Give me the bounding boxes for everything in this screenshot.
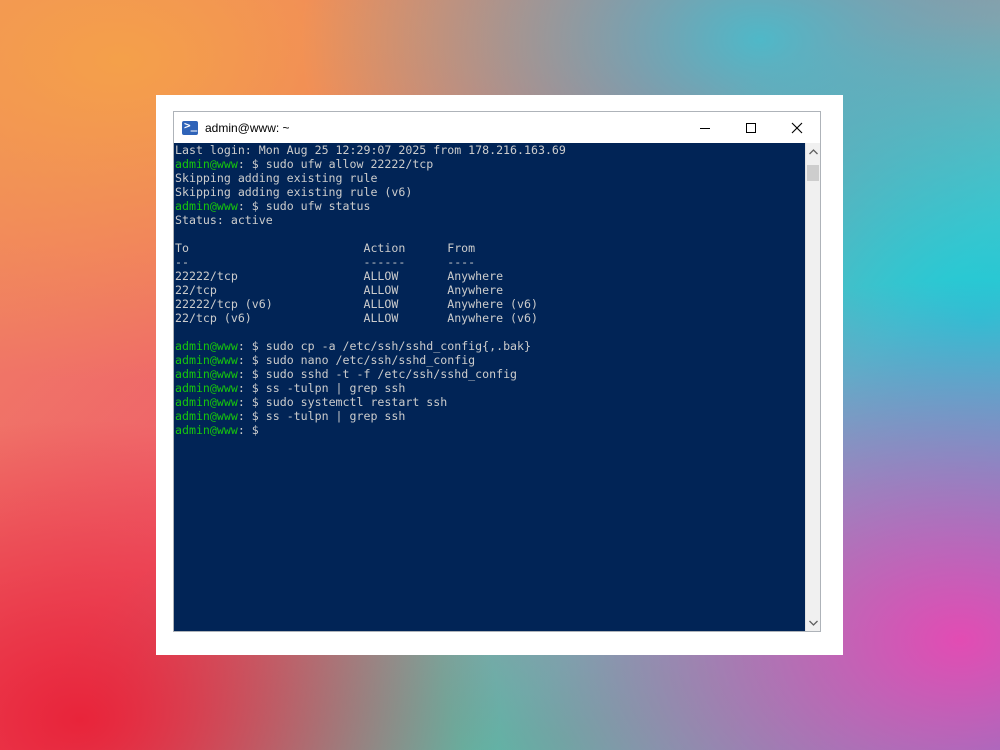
terminal-line: 22/tcp (v6) ALLOW Anywhere (v6) xyxy=(175,311,538,325)
window-controls xyxy=(682,112,820,143)
close-button[interactable] xyxy=(774,112,820,143)
line-text: : $ xyxy=(237,423,266,437)
terminal-line: 22222/tcp ALLOW Anywhere xyxy=(175,269,503,283)
line-text: : $ ss -tulpn | grep ssh xyxy=(237,409,406,423)
terminal-output[interactable]: Last login: Mon Aug 25 12:29:07 2025 fro… xyxy=(174,143,805,631)
line-text: 22/tcp ALLOW Anywhere xyxy=(175,283,504,297)
terminal-line: To Action From xyxy=(175,241,475,255)
line-text: : $ sudo sshd -t -f /etc/ssh/sshd_config xyxy=(237,367,518,381)
maximize-icon xyxy=(746,122,756,133)
terminal-line: admin@www: $ xyxy=(175,423,266,437)
close-icon xyxy=(791,122,803,133)
prompt-user: admin@www xyxy=(175,367,238,381)
prompt-user: admin@www xyxy=(175,395,238,409)
prompt-user: admin@www xyxy=(175,381,238,395)
line-text: 22222/tcp (v6) ALLOW Anywhere (v6) xyxy=(175,297,538,311)
prompt-user: admin@www xyxy=(175,409,238,423)
title-bar[interactable]: >_ admin@www: ~ xyxy=(174,112,820,143)
terminal-line: admin@www: $ sudo ufw allow 22222/tcp xyxy=(175,157,433,171)
scroll-up-button[interactable] xyxy=(806,143,820,160)
terminal-line: Skipping adding existing rule xyxy=(175,171,377,185)
terminal-text: Last login: Mon Aug 25 12:29:07 2025 fro… xyxy=(174,143,805,437)
prompt-user: admin@www xyxy=(175,199,238,213)
terminal-line: Last login: Mon Aug 25 12:29:07 2025 fro… xyxy=(175,143,566,157)
line-text: 22/tcp (v6) ALLOW Anywhere (v6) xyxy=(175,311,538,325)
terminal-line: admin@www: $ sudo cp -a /etc/ssh/sshd_co… xyxy=(175,339,531,353)
prompt-user: admin@www xyxy=(175,423,238,437)
powershell-icon: >_ xyxy=(182,119,198,135)
terminal-line: admin@www: $ sudo nano /etc/ssh/sshd_con… xyxy=(175,353,475,367)
line-text: -- ------ ---- xyxy=(175,255,476,269)
chevron-down-icon xyxy=(808,620,818,626)
minimize-button[interactable] xyxy=(682,112,728,143)
line-text: Skipping adding existing rule (v6) xyxy=(175,185,413,199)
terminal-line: -- ------ ---- xyxy=(175,255,475,269)
terminal-window[interactable]: >_ admin@www: ~ Last login: Mon Aug 25 1… xyxy=(173,111,821,632)
line-text: : $ sudo ufw status xyxy=(237,199,371,213)
scroll-down-button[interactable] xyxy=(806,614,820,631)
line-text: : $ sudo nano /etc/ssh/sshd_config xyxy=(237,353,476,367)
maximize-button[interactable] xyxy=(728,112,774,143)
terminal-line: 22/tcp ALLOW Anywhere xyxy=(175,283,503,297)
prompt-user: admin@www xyxy=(175,157,238,171)
terminal-line: 22222/tcp (v6) ALLOW Anywhere (v6) xyxy=(175,297,538,311)
line-text: To Action From xyxy=(175,241,476,255)
line-text: 22222/tcp ALLOW Anywhere xyxy=(175,269,504,283)
terminal-line: admin@www: $ ss -tulpn | grep ssh xyxy=(175,409,405,423)
minimize-icon xyxy=(700,127,710,129)
terminal-line: admin@www: $ sudo systemctl restart ssh xyxy=(175,395,447,409)
terminal-line: Skipping adding existing rule (v6) xyxy=(175,185,412,199)
line-text: : $ sudo ufw allow 22222/tcp xyxy=(237,157,434,171)
terminal-line: admin@www: $ ss -tulpn | grep ssh xyxy=(175,381,405,395)
vertical-scrollbar[interactable] xyxy=(805,143,820,631)
chevron-up-icon xyxy=(808,148,818,154)
line-text: Last login: Mon Aug 25 12:29:07 2025 fro… xyxy=(175,143,566,157)
terminal-line: admin@www: $ sudo ufw status xyxy=(175,199,370,213)
prompt-user: admin@www xyxy=(175,353,238,367)
line-text: : $ ss -tulpn | grep ssh xyxy=(237,381,406,395)
line-text: Skipping adding existing rule xyxy=(175,171,378,185)
terminal-line: Status: active xyxy=(175,213,273,227)
line-text: Status: active xyxy=(175,213,273,227)
scroll-thumb[interactable] xyxy=(807,165,819,181)
terminal-line: admin@www: $ sudo sshd -t -f /etc/ssh/ss… xyxy=(175,367,517,381)
line-text: : $ sudo systemctl restart ssh xyxy=(237,395,448,409)
window-title: admin@www: ~ xyxy=(205,120,290,135)
prompt-user: admin@www xyxy=(175,339,238,353)
line-text: : $ sudo cp -a /etc/ssh/sshd_config{,.ba… xyxy=(237,339,531,353)
